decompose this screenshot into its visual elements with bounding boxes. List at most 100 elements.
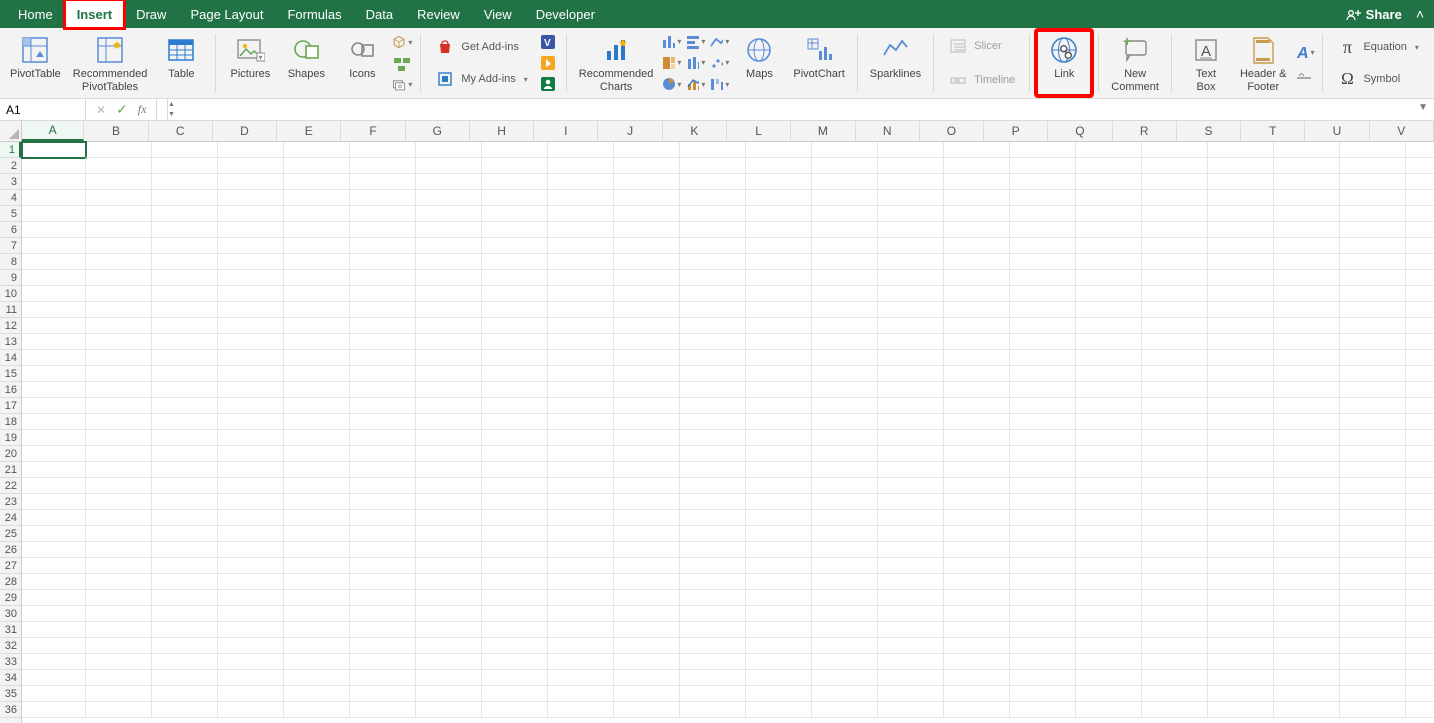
cell[interactable] (350, 174, 416, 190)
cell[interactable] (1208, 398, 1274, 414)
cell[interactable] (878, 494, 944, 510)
row-header[interactable]: 1 (0, 142, 21, 158)
row-header[interactable]: 15 (0, 366, 21, 382)
cell[interactable] (22, 302, 86, 318)
column-header[interactable]: H (470, 121, 534, 141)
cell[interactable] (1142, 478, 1208, 494)
cell[interactable] (218, 526, 284, 542)
cell[interactable] (1010, 222, 1076, 238)
column-header[interactable]: S (1177, 121, 1241, 141)
cell[interactable] (1406, 238, 1434, 254)
cell[interactable] (218, 382, 284, 398)
cell[interactable] (944, 526, 1010, 542)
cell[interactable] (152, 318, 218, 334)
cell[interactable] (812, 238, 878, 254)
shapes-button[interactable]: Shapes (278, 30, 334, 96)
cell[interactable] (350, 190, 416, 206)
cell[interactable] (482, 318, 548, 334)
cell[interactable] (152, 238, 218, 254)
cell[interactable] (1406, 254, 1434, 270)
row-header[interactable]: 14 (0, 350, 21, 366)
cell[interactable] (1010, 142, 1076, 158)
cell[interactable] (350, 558, 416, 574)
cell[interactable] (878, 462, 944, 478)
cell[interactable] (218, 190, 284, 206)
cell[interactable] (152, 334, 218, 350)
cell[interactable] (746, 174, 812, 190)
row-header[interactable]: 2 (0, 158, 21, 174)
cell[interactable] (86, 590, 152, 606)
cell[interactable] (284, 254, 350, 270)
cell[interactable] (1340, 366, 1406, 382)
row-header[interactable]: 21 (0, 462, 21, 478)
cell[interactable] (350, 366, 416, 382)
cell[interactable] (746, 382, 812, 398)
row-header[interactable]: 32 (0, 638, 21, 654)
cell[interactable] (1142, 606, 1208, 622)
cell[interactable] (746, 574, 812, 590)
cell[interactable] (1076, 558, 1142, 574)
cell[interactable] (22, 670, 86, 686)
cell[interactable] (944, 238, 1010, 254)
cell[interactable] (1406, 494, 1434, 510)
row-header[interactable]: 35 (0, 686, 21, 702)
cell[interactable] (152, 542, 218, 558)
cell[interactable] (746, 494, 812, 510)
text-box-button[interactable]: A Text Box (1178, 30, 1234, 96)
cell[interactable] (1142, 446, 1208, 462)
cell[interactable] (1010, 302, 1076, 318)
cell[interactable] (152, 350, 218, 366)
cell[interactable] (1208, 478, 1274, 494)
cell[interactable] (944, 462, 1010, 478)
cell[interactable] (218, 174, 284, 190)
cell[interactable] (1406, 270, 1434, 286)
cell[interactable] (152, 414, 218, 430)
cell[interactable] (1274, 350, 1340, 366)
cell[interactable] (1010, 462, 1076, 478)
cell[interactable] (1142, 158, 1208, 174)
recommended-pivottables-button[interactable]: Recommended PivotTables (67, 30, 154, 96)
cell[interactable] (22, 174, 86, 190)
cell[interactable] (878, 254, 944, 270)
cell[interactable] (614, 398, 680, 414)
cell[interactable] (1076, 494, 1142, 510)
cell[interactable] (482, 190, 548, 206)
cell[interactable] (22, 334, 86, 350)
cell[interactable] (812, 366, 878, 382)
cell[interactable] (218, 574, 284, 590)
cell[interactable] (614, 622, 680, 638)
cell[interactable] (1142, 270, 1208, 286)
cell[interactable] (1142, 558, 1208, 574)
cell[interactable] (746, 414, 812, 430)
cell[interactable] (482, 382, 548, 398)
cell[interactable] (1406, 382, 1434, 398)
cell[interactable] (1208, 382, 1274, 398)
cell[interactable] (218, 670, 284, 686)
cell[interactable] (152, 254, 218, 270)
cell[interactable] (878, 318, 944, 334)
cell[interactable] (86, 478, 152, 494)
cell[interactable] (614, 302, 680, 318)
cell[interactable] (22, 238, 86, 254)
cell[interactable] (1274, 158, 1340, 174)
cell[interactable] (1406, 222, 1434, 238)
cell[interactable] (812, 142, 878, 158)
cell[interactable] (152, 526, 218, 542)
cell[interactable] (350, 254, 416, 270)
cell[interactable] (680, 222, 746, 238)
cell[interactable] (812, 398, 878, 414)
cell[interactable] (746, 398, 812, 414)
cell[interactable] (878, 190, 944, 206)
cell[interactable] (152, 558, 218, 574)
cell[interactable] (1142, 254, 1208, 270)
cell[interactable] (1340, 350, 1406, 366)
cell[interactable] (1340, 702, 1406, 718)
3d-models-button[interactable]: ▾ (392, 32, 412, 52)
cell[interactable] (944, 254, 1010, 270)
row-header[interactable]: 17 (0, 398, 21, 414)
cell[interactable] (86, 414, 152, 430)
cell[interactable] (548, 654, 614, 670)
waterfall-chart-button[interactable]: ▾ (709, 75, 729, 94)
cell[interactable] (1076, 302, 1142, 318)
cell[interactable] (1340, 206, 1406, 222)
